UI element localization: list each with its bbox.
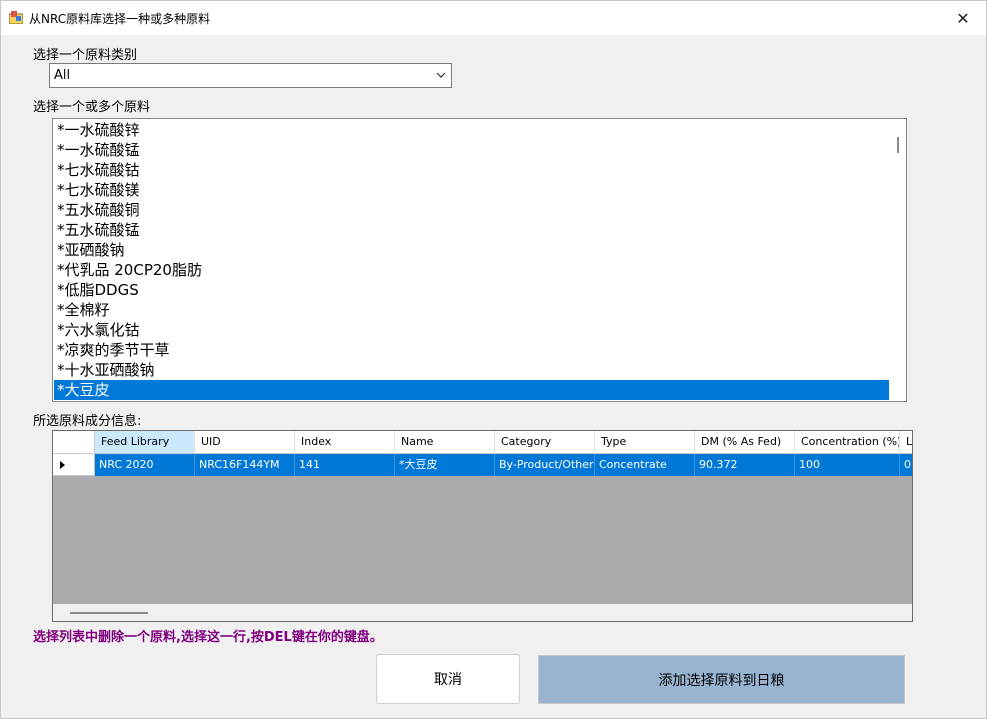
list-item[interactable]: *五水硫酸锰 bbox=[54, 220, 889, 240]
table-cell[interactable]: 141 bbox=[295, 454, 395, 476]
window-title: 从NRC原料库选择一种或多种原料 bbox=[29, 12, 211, 26]
scrollbar-thumb[interactable] bbox=[897, 137, 899, 153]
list-item[interactable]: *五水硫酸铜 bbox=[54, 200, 889, 220]
table-cell[interactable]: 90.372 bbox=[695, 454, 795, 476]
vertical-scrollbar[interactable] bbox=[889, 119, 906, 401]
column-header[interactable]: DM (% As Fed) bbox=[695, 431, 795, 454]
column-header[interactable]: Feed Library bbox=[95, 431, 195, 454]
category-select-value: All bbox=[54, 68, 71, 83]
column-header[interactable]: Category bbox=[495, 431, 595, 454]
category-select[interactable]: All bbox=[49, 63, 452, 88]
list-item[interactable]: *七水硫酸钴 bbox=[54, 160, 889, 180]
table-cell[interactable]: 0 bbox=[900, 454, 912, 476]
column-header[interactable]: Name bbox=[395, 431, 495, 454]
category-label: 选择一个原料类别 bbox=[33, 48, 138, 63]
close-icon[interactable]: ✕ bbox=[940, 1, 986, 35]
composition-grid[interactable]: Feed Library UID Index Name Category Type DM (… bbox=[52, 430, 913, 622]
ingredient-listbox[interactable]: *大豆皮 *十水亚硒酸钠 *凉爽的季节干草 *六水氯化钴 *全棉籽 *低脂DDGS *代乳品… bbox=[52, 118, 907, 402]
title-bar: 从NRC原料库选择一种或多种原料 ✕ bbox=[1, 1, 986, 35]
list-item[interactable]: *十水亚硒酸钠 bbox=[54, 360, 889, 380]
table-row[interactable]: NRC 2020 NRC16F144YM 141 *大豆皮 By-Product/Oth… bbox=[53, 454, 912, 476]
grid-header: Feed Library UID Index Name Category Type DM (… bbox=[53, 431, 912, 454]
list-item[interactable]: *低脂DDGS bbox=[54, 280, 889, 300]
table-cell[interactable]: Concentrate bbox=[595, 454, 695, 476]
table-cell[interactable]: NRC 2020 bbox=[95, 454, 195, 476]
list-item[interactable]: *凉爽的季节干草 bbox=[54, 340, 889, 360]
composition-label: 所选原料成分信息: bbox=[33, 414, 142, 429]
list-item[interactable]: *一水硫酸锰 bbox=[54, 140, 889, 160]
list-item[interactable]: *一水硫酸锌 bbox=[54, 120, 889, 140]
table-cell[interactable]: 100 bbox=[795, 454, 900, 476]
list-item[interactable]: *六水氯化钴 bbox=[54, 320, 889, 340]
grid-corner[interactable] bbox=[53, 431, 95, 454]
column-header[interactable]: Lo bbox=[900, 431, 912, 454]
column-header[interactable]: UID bbox=[195, 431, 295, 454]
cancel-button[interactable]: 取消 bbox=[376, 654, 520, 704]
ingredients-label: 选择一个或多个原料 bbox=[33, 100, 151, 115]
delete-hint: 选择列表中删除一个原料,选择这一行,按DEL键在你的键盘。 bbox=[33, 630, 383, 645]
column-header[interactable]: Index bbox=[295, 431, 395, 454]
table-cell[interactable]: *大豆皮 bbox=[395, 454, 495, 476]
scrollbar-thumb[interactable] bbox=[70, 612, 148, 614]
row-arrow-icon bbox=[60, 461, 65, 469]
app-icon bbox=[9, 11, 23, 24]
chevron-down-icon bbox=[436, 72, 446, 78]
add-to-ration-button[interactable]: 添加选择原料到日粮 bbox=[538, 655, 905, 704]
row-selector[interactable] bbox=[53, 454, 95, 476]
column-header[interactable]: Type bbox=[595, 431, 695, 454]
table-cell[interactable]: By-Product/Other bbox=[495, 454, 595, 476]
list-item[interactable]: *代乳品 20CP20脂肪 bbox=[54, 260, 889, 280]
list-item[interactable]: *七水硫酸镁 bbox=[54, 180, 889, 200]
column-header[interactable]: Concentration (%) bbox=[795, 431, 900, 454]
list-item[interactable]: *全棉籽 bbox=[54, 300, 889, 320]
list-item[interactable]: *大豆皮 bbox=[54, 380, 889, 400]
list-item[interactable]: *亚硒酸钠 bbox=[54, 240, 889, 260]
horizontal-scrollbar[interactable] bbox=[53, 604, 912, 621]
dialog-window: 从NRC原料库选择一种或多种原料 ✕ 选择一个原料类别 All 选择一个或多个原… bbox=[0, 0, 987, 719]
table-cell[interactable]: NRC16F144YM bbox=[195, 454, 295, 476]
